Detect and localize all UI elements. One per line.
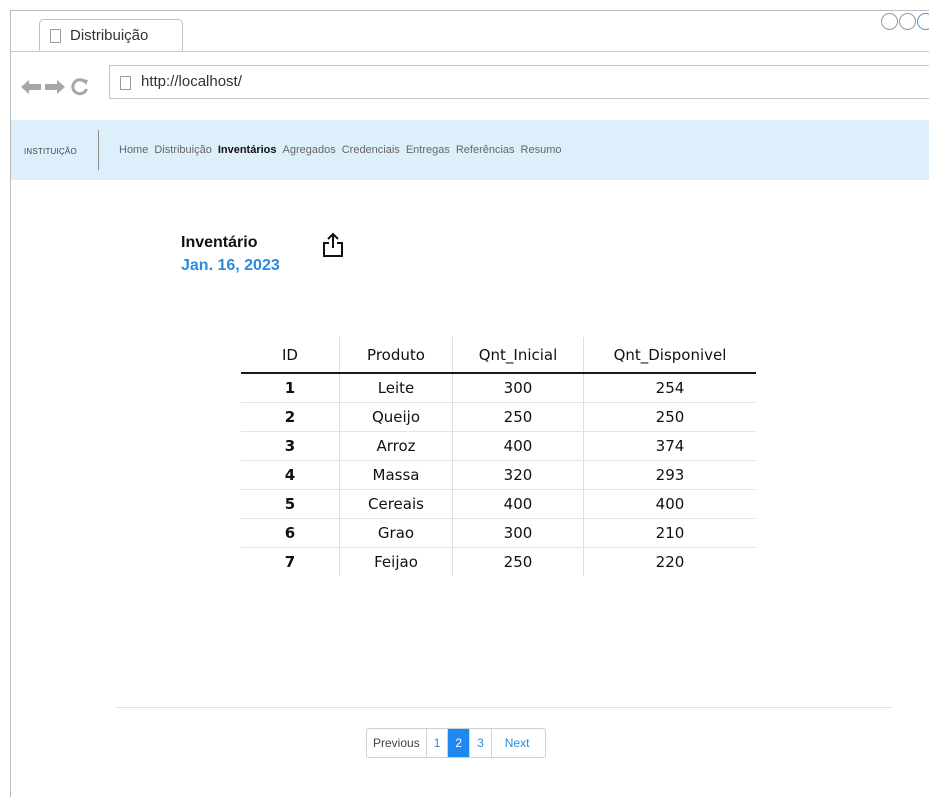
- cell-qnt-disponivel: 210: [583, 518, 756, 548]
- app-navbar: INSTITUIÇÃO Home Distribuição Inventário…: [11, 120, 929, 180]
- column-header-produto[interactable]: Produto: [339, 337, 453, 374]
- cell-qnt-inicial: 300: [452, 373, 584, 403]
- cell-produto: Queijo: [339, 402, 453, 432]
- table-row: 4 Massa 320 293: [241, 460, 756, 490]
- table-row: 7 Feijao 250 220: [241, 547, 756, 576]
- cell-qnt-disponivel: 374: [583, 431, 756, 461]
- cell-id: 7: [284, 553, 296, 571]
- nav-item-inventarios[interactable]: Inventários: [218, 144, 277, 156]
- cell-produto: Cereais: [339, 489, 453, 519]
- table-row: 6 Grao 300 210: [241, 518, 756, 548]
- cell-produto: Arroz: [339, 431, 453, 461]
- pagination: Previous 1 2 3 Next: [366, 728, 547, 758]
- inventory-date: Jan. 16, 2023: [181, 257, 280, 274]
- url-text: http://localhost/: [141, 73, 242, 90]
- nav-item-resumo[interactable]: Resumo: [521, 144, 562, 156]
- cell-produto: Massa: [339, 460, 453, 490]
- column-header-qnt-inicial[interactable]: Qnt_Inicial: [452, 337, 584, 374]
- nav-item-distribuicao[interactable]: Distribuição: [154, 144, 211, 156]
- table-row: 2 Queijo 250 250: [241, 402, 756, 432]
- cell-produto: Feijao: [339, 547, 453, 576]
- cell-qnt-inicial: 400: [452, 489, 584, 519]
- cell-qnt-disponivel: 220: [583, 547, 756, 576]
- tab-title: Distribuição: [70, 27, 149, 44]
- pagination-page-2[interactable]: 2: [447, 729, 470, 757]
- window-controls: [880, 13, 929, 33]
- address-bar[interactable]: http://localhost/: [109, 65, 929, 99]
- cell-qnt-inicial: 300: [452, 518, 584, 548]
- pagination-page-1[interactable]: 1: [425, 729, 448, 757]
- table-row: 3 Arroz 400 374: [241, 431, 756, 461]
- cell-id: 3: [241, 431, 340, 461]
- cell-id: 5: [241, 489, 340, 519]
- cell-id: 1: [241, 373, 340, 403]
- browser-window: Distribuição http://localhost/ INSTITUIÇ…: [10, 10, 929, 797]
- table-row: 5 Cereais 400 400: [241, 489, 756, 519]
- reload-icon[interactable]: [71, 78, 89, 96]
- cell-produto: Leite: [339, 373, 453, 403]
- cell-id: 2: [241, 402, 340, 432]
- nav-item-agregados[interactable]: Agregados: [283, 144, 336, 156]
- page-icon: [50, 29, 61, 43]
- cell-qnt-disponivel: 293: [583, 460, 756, 490]
- nav-item-credenciais[interactable]: Credenciais: [342, 144, 400, 156]
- page-icon: [120, 76, 131, 90]
- brand-logo[interactable]: INSTITUIÇÃO: [24, 147, 77, 156]
- cell-id: 6: [241, 518, 340, 548]
- page-title: Inventário: [181, 234, 258, 251]
- pagination-previous-button[interactable]: Previous: [367, 729, 426, 757]
- share-icon[interactable]: [321, 232, 345, 258]
- nav-item-referencias[interactable]: Referências: [456, 144, 515, 156]
- address-toolbar: http://localhost/: [11, 52, 929, 120]
- minimize-button[interactable]: [881, 13, 898, 30]
- cell-qnt-disponivel: 254: [583, 373, 756, 403]
- cell-qnt-disponivel: 250: [583, 402, 756, 432]
- cell-qnt-inicial: 320: [452, 460, 584, 490]
- main-menu: Home Distribuição Inventários Agregados …: [119, 144, 568, 156]
- nav-item-home[interactable]: Home: [119, 144, 148, 156]
- cell-qnt-inicial: 250: [452, 547, 584, 576]
- column-header-qnt-disponivel[interactable]: Qnt_Disponivel: [583, 337, 756, 374]
- cell-qnt-inicial: 250: [452, 402, 584, 432]
- cell-id: 4: [241, 460, 340, 490]
- table-header-row: ID Produto Qnt_Inicial Qnt_Disponivel: [241, 337, 756, 374]
- tab-bar: Distribuição: [11, 11, 929, 52]
- cell-produto: Grao: [339, 518, 453, 548]
- pagination-page-3[interactable]: 3: [469, 729, 491, 757]
- cell-qnt-inicial: 400: [452, 431, 584, 461]
- table-row: 1 Leite 300 254: [241, 373, 756, 403]
- nav-item-entregas[interactable]: Entregas: [406, 144, 450, 156]
- cell-qnt-disponivel: 400: [583, 489, 756, 519]
- browser-tab[interactable]: Distribuição: [39, 19, 183, 51]
- maximize-button[interactable]: [899, 13, 916, 30]
- back-arrow-icon[interactable]: [21, 80, 41, 94]
- close-button[interactable]: [917, 13, 929, 30]
- inventory-table: ID Produto Qnt_Inicial Qnt_Disponivel 1 …: [241, 337, 756, 576]
- forward-arrow-icon[interactable]: [45, 80, 65, 94]
- footer-divider: [116, 707, 892, 708]
- divider: [98, 130, 99, 170]
- column-header-id[interactable]: ID: [241, 337, 340, 374]
- pagination-next-button[interactable]: Next: [490, 729, 546, 757]
